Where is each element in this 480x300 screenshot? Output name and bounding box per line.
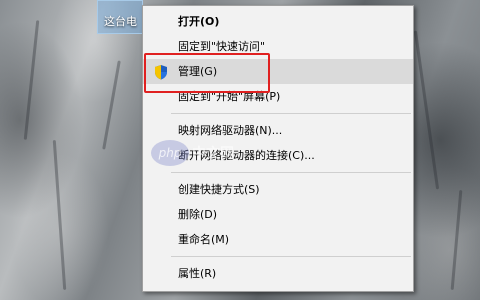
menu-separator — [171, 172, 411, 173]
menu-item-properties[interactable]: 属性(R) — [143, 261, 413, 286]
menu-separator — [171, 256, 411, 257]
menu-separator — [171, 113, 411, 114]
menu-item-delete[interactable]: 删除(D) — [143, 202, 413, 227]
menu-item-label: 删除(D) — [178, 208, 218, 221]
highlight-annotation-box — [144, 53, 270, 93]
context-menu: 打开(O) 固定到"快速访问" 管理(G) 固定到"开始"屏幕(P) 映射网络驱… — [142, 5, 414, 292]
menu-item-label: 属性(R) — [178, 267, 217, 280]
menu-item-map-network-drive[interactable]: 映射网络驱动器(N)... — [143, 118, 413, 143]
desktop-icon-label: 这台电 — [104, 15, 137, 28]
menu-item-open[interactable]: 打开(O) — [143, 9, 413, 34]
menu-item-label: 固定到"快速访问" — [178, 40, 266, 53]
menu-item-disconnect-network-drive[interactable]: 断开网络驱动器的连接(C)... — [143, 143, 413, 168]
menu-item-create-shortcut[interactable]: 创建快捷方式(S) — [143, 177, 413, 202]
menu-item-label: 重命名(M) — [178, 233, 230, 246]
menu-item-label: 断开网络驱动器的连接(C)... — [178, 149, 315, 162]
menu-item-rename[interactable]: 重命名(M) — [143, 227, 413, 252]
menu-item-label: 打开(O) — [178, 15, 220, 28]
menu-item-label: 映射网络驱动器(N)... — [178, 124, 283, 137]
menu-item-label: 创建快捷方式(S) — [178, 183, 260, 196]
desktop-icon-this-pc[interactable]: 这台电 — [97, 0, 143, 34]
